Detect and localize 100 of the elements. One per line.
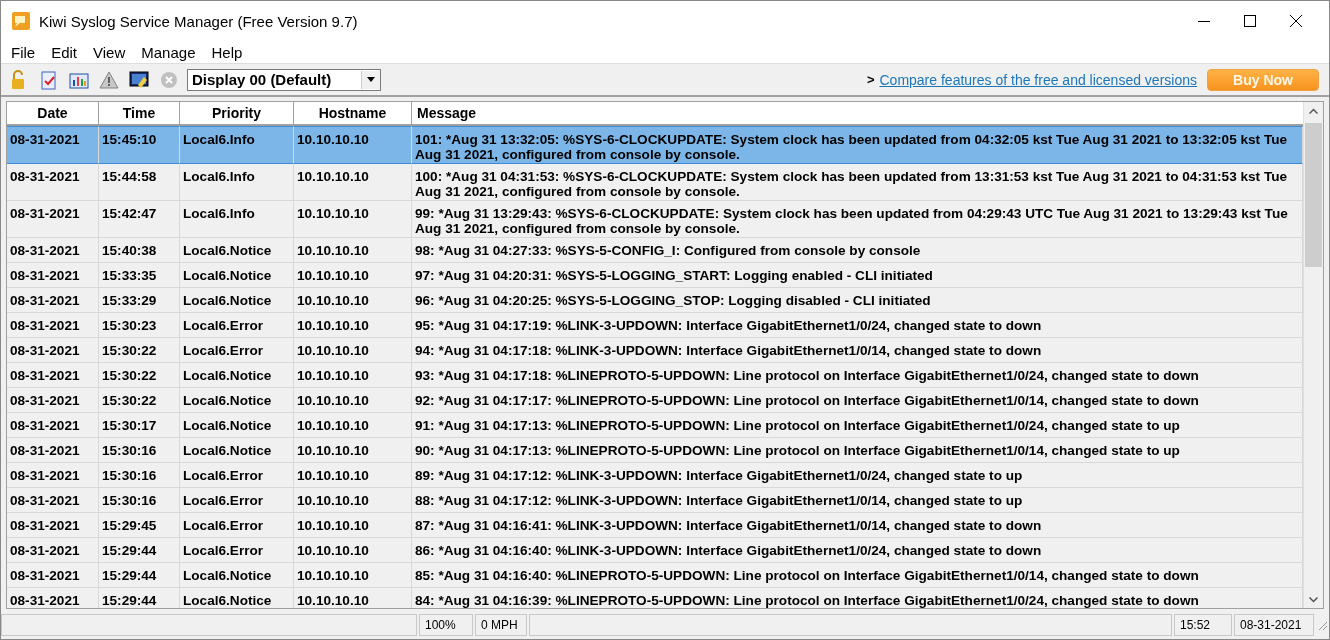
status-date: 08-31-2021 [1240,618,1302,632]
table-cell: Local6.Notice [180,388,294,413]
table-cell: 08-31-2021 [7,488,99,513]
table-cell: 08-31-2021 [7,388,99,413]
table-cell: 10.10.10.10 [294,413,412,438]
table-cell: 10.10.10.10 [294,438,412,463]
chevron-icon: > [866,72,875,87]
menu-item[interactable]: View [85,43,134,61]
table-cell: 15:30:22 [99,363,180,388]
table-cell: 98: *Aug 31 04:27:33: %SYS-5-CONFIG_I: Configured from console by console [412,238,1303,263]
table-cell: 91: *Aug 31 04:17:13: %LINEPROTO-5-UPDOWN: Line protocol on Interface GigabitEthernet1/0/24, changed state to up [412,413,1303,438]
table-cell: Local6.Notice [180,413,294,438]
table-cell: Local6.Notice [180,563,294,588]
table-cell: 10.10.10.10 [294,288,412,313]
table-cell: Local6.Info [180,126,294,164]
table-cell: 08-31-2021 [7,363,99,388]
table-cell: 10.10.10.10 [294,463,412,488]
table-cell: 87: *Aug 31 04:16:41: %LINK-3-UPDOWN: Interface GigabitEthernet1/0/14, changed state to down [412,513,1303,538]
close-icon [1290,15,1302,27]
display-dropdown[interactable]: Display 00 (Default) [187,68,381,91]
table-cell: Local6.Notice [180,288,294,313]
table-cell: 10.10.10.10 [294,488,412,513]
table-cell: Local6.Error [180,338,294,363]
table-cell: 08-31-2021 [7,164,99,201]
table-cell: Local6.Notice [180,238,294,263]
monitor-icon [129,69,149,90]
column-header[interactable]: Priority [180,102,294,124]
table-cell: 97: *Aug 31 04:20:31: %SYS-5-LOGGING_START: Logging enabled - CLI initiated [412,263,1303,288]
chevron-down-icon [1309,596,1318,603]
cancel-icon [159,69,179,90]
column-header[interactable]: Message [412,102,1303,124]
table-cell: 15:30:23 [99,313,180,338]
column-header[interactable]: Time [99,102,180,124]
table-cell: 08-31-2021 [7,538,99,563]
table-cell: 96: *Aug 31 04:20:25: %SYS-5-LOGGING_STOP: Logging disabled - CLI initiated [412,288,1303,313]
table-cell: Local6.Notice [180,438,294,463]
table-cell: Local6.Error [180,538,294,563]
table-cell: Local6.Notice [180,263,294,288]
table-cell: 08-31-2021 [7,513,99,538]
window-title: Kiwi Syslog Service Manager (Free Version 9.7) [39,12,358,30]
table-cell: 89: *Aug 31 04:17:12: %LINK-3-UPDOWN: Interface GigabitEthernet1/0/24, changed state to up [412,463,1303,488]
table-cell: Local6.Error [180,463,294,488]
table-cell: 15:29:44 [99,538,180,563]
table-cell: 08-31-2021 [7,201,99,238]
table-cell: 10.10.10.10 [294,201,412,238]
table-cell: 15:45:10 [99,126,180,164]
checklist-icon [39,69,59,90]
table-cell: 93: *Aug 31 04:17:18: %LINEPROTO-5-UPDOWN: Line protocol on Interface GigabitEthernet1/0/24, changed state to down [412,363,1303,388]
column-header[interactable]: Date [7,102,99,124]
zoom-level: 100% [425,618,456,632]
table-cell: 08-31-2021 [7,563,99,588]
table-cell: 08-31-2021 [7,338,99,363]
table-cell: 85: *Aug 31 04:16:40: %LINEPROTO-5-UPDOWN: Line protocol on Interface GigabitEthernet1/0/14, changed state to down [412,563,1303,588]
table-cell: 15:42:47 [99,201,180,238]
table-cell: 94: *Aug 31 04:17:18: %LINK-3-UPDOWN: Interface GigabitEthernet1/0/14, changed state to down [412,338,1303,363]
table-cell: Local6.Error [180,513,294,538]
warning-icon [99,69,119,90]
checklist-button[interactable] [39,68,59,91]
menu-item[interactable]: File [3,43,44,61]
table-cell: Local6.Info [180,164,294,201]
table-cell: 90: *Aug 31 04:17:13: %LINEPROTO-5-UPDOWN: Line protocol on Interface GigabitEthernet1/0/14, changed state to up [412,438,1303,463]
table-cell: 10.10.10.10 [294,513,412,538]
table-cell: 92: *Aug 31 04:17:17: %LINEPROTO-5-UPDOWN: Line protocol on Interface GigabitEthernet1/0/14, changed state to down [412,388,1303,413]
menu-item[interactable]: Manage [133,43,204,61]
menu-item[interactable]: Help [203,43,251,61]
table-cell: 08-31-2021 [7,463,99,488]
table-cell: 10.10.10.10 [294,164,412,201]
table-cell: 10.10.10.10 [294,563,412,588]
table-cell: 08-31-2021 [7,238,99,263]
table-cell: 10.10.10.10 [294,388,412,413]
table-cell: 100: *Aug 31 04:31:53: %SYS-6-CLOCKUPDATE: System clock has been updated from 13:31:53 kst Tue Aug 31 2021 to 04:31:53 kst Tue Aug 31 2021, configured from console by console. [412,164,1303,201]
menu-item[interactable]: Edit [43,43,86,61]
chevron-up-icon [1309,107,1318,114]
table-cell: 15:44:58 [99,164,180,201]
app-icon [11,11,31,31]
table-cell: 15:30:22 [99,388,180,413]
table-cell: 15:30:16 [99,438,180,463]
table-cell: 08-31-2021 [7,438,99,463]
table-cell: Local6.Error [180,313,294,338]
table-cell: 10.10.10.10 [294,338,412,363]
table-cell: 86: *Aug 31 04:16:40: %LINK-3-UPDOWN: Interface GigabitEthernet1/0/24, changed state to down [412,538,1303,563]
column-header[interactable]: Hostname [294,102,412,124]
table-cell: 15:33:29 [99,288,180,313]
table-cell: 99: *Aug 31 13:29:43: %SYS-6-CLOCKUPDATE: System clock has been updated from 04:29:43 UTC Tue Aug 31 2021 to 13:29:43 kst Tue Aug 31 2021, configured from console by console. [412,201,1303,238]
table-cell: 08-31-2021 [7,263,99,288]
dropdown-arrow-icon [367,77,375,82]
scrollbar-thumb[interactable] [1305,123,1322,267]
table-cell: 10.10.10.10 [294,538,412,563]
table-cell: 15:29:44 [99,563,180,588]
compare-link[interactable]: Compare features of the free and licensed versions [879,71,1197,88]
table-cell: 10.10.10.10 [294,313,412,338]
clock-time: 15:52 [1180,618,1211,632]
table-cell: 15:30:16 [99,463,180,488]
table-cell: 10.10.10.10 [294,363,412,388]
table-cell: 95: *Aug 31 04:17:19: %LINK-3-UPDOWN: Interface GigabitEthernet1/0/24, changed state to down [412,313,1303,338]
table-cell: 15:30:16 [99,488,180,513]
table-cell: 15:33:35 [99,263,180,288]
table-cell: 08-31-2021 [7,313,99,338]
table-cell: 08-31-2021 [7,413,99,438]
table-cell: 15:30:22 [99,338,180,363]
